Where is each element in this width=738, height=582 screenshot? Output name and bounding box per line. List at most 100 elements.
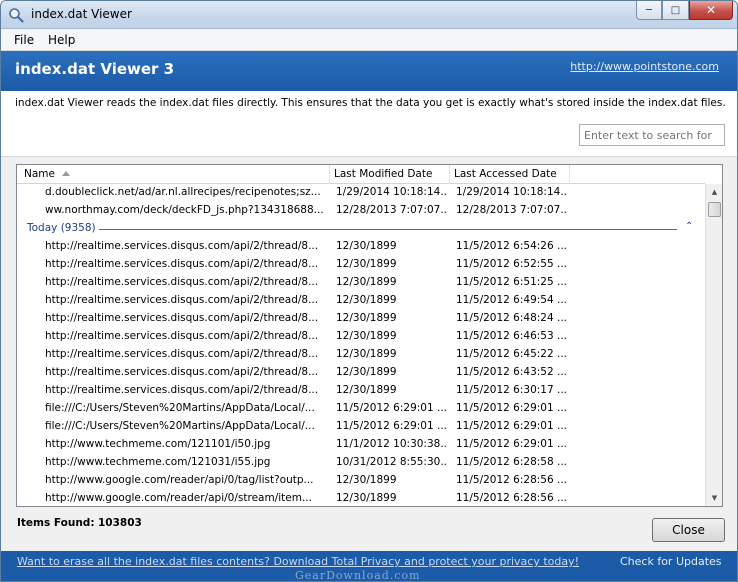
main-window: index.dat Viewer ─ □ ✕ File Help index.d… [0, 0, 738, 582]
group-label: Today (9358) [27, 222, 96, 234]
close-window-button[interactable]: ✕ [689, 1, 733, 20]
cell-name: http://realtime.services.disqus.com/api/… [45, 276, 319, 288]
cell-name: d.doubleclick.net/ad/ar.nl.allrecipes/re… [45, 186, 321, 198]
cell-name: http://realtime.services.disqus.com/api/… [45, 312, 319, 324]
description-area: index.dat Viewer reads the index.dat fil… [1, 91, 737, 157]
group-header-today[interactable]: Today (9358) ⌃ [17, 220, 705, 238]
table-row[interactable]: http://realtime.services.disqus.com/api/… [17, 292, 705, 310]
promo-link[interactable]: Want to erase all the index.dat files co… [17, 555, 579, 568]
column-header-modified[interactable]: Last Modified Date [334, 168, 432, 180]
table-row[interactable]: http://realtime.services.disqus.com/api/… [17, 238, 705, 256]
cell-accessed: 11/5/2012 6:46:53 ... [456, 330, 566, 342]
cell-name: http://realtime.services.disqus.com/api/… [45, 258, 319, 270]
cell-name: ww.northmay.com/deck/deckFD_js.php?13431… [45, 204, 324, 216]
scroll-up-button[interactable]: ▲ [706, 184, 722, 200]
menu-bar: File Help [1, 30, 737, 51]
cell-modified: 12/30/1899 [336, 240, 397, 252]
cell-name: http://realtime.services.disqus.com/api/… [45, 384, 319, 396]
table-row[interactable]: http://realtime.services.disqus.com/api/… [17, 364, 705, 382]
cell-modified: 12/28/2013 7:07:07... [336, 204, 446, 216]
cell-accessed: 11/5/2012 6:28:56 ... [456, 474, 566, 486]
cell-modified: 12/30/1899 [336, 366, 397, 378]
watermark-text: GearDownload.com [295, 569, 421, 582]
menu-file[interactable]: File [14, 33, 34, 47]
vertical-scrollbar[interactable]: ▲ ▼ [705, 184, 722, 506]
magnifier-app-icon [9, 8, 24, 23]
cell-accessed: 11/5/2012 6:43:52 ... [456, 366, 566, 378]
cell-accessed: 11/5/2012 6:29:01 ... [456, 402, 566, 414]
app-heading: index.dat Viewer 3 [15, 60, 175, 78]
sort-ascending-icon [62, 171, 70, 176]
arrow-down-icon: ▼ [711, 494, 718, 502]
cell-accessed: 11/5/2012 6:52:55 ... [456, 258, 566, 270]
cell-modified: 10/31/2012 8:55:30... [336, 456, 446, 468]
cell-modified: 12/30/1899 [336, 348, 397, 360]
table-row[interactable]: http://realtime.services.disqus.com/api/… [17, 328, 705, 346]
column-header-accessed[interactable]: Last Accessed Date [454, 168, 557, 180]
close-icon: ✕ [705, 3, 717, 17]
search-input[interactable] [579, 124, 725, 146]
cell-accessed: 11/5/2012 6:45:22 ... [456, 348, 566, 360]
cell-name: file:///C:/Users/Steven%20Martins/AppDat… [45, 420, 315, 432]
arrow-up-icon: ▲ [711, 188, 718, 196]
items-found-count: 103803 [98, 517, 142, 529]
cell-accessed: 1/29/2014 10:18:14... [456, 186, 566, 198]
column-divider[interactable] [569, 165, 570, 184]
cell-modified: 12/30/1899 [336, 276, 397, 288]
cell-modified: 11/5/2012 6:29:01 ... [336, 420, 446, 432]
cell-modified: 12/30/1899 [336, 312, 397, 324]
cell-accessed: 11/5/2012 6:54:26 ... [456, 240, 566, 252]
minimize-button[interactable]: ─ [636, 1, 662, 20]
maximize-icon: □ [670, 4, 681, 16]
column-divider[interactable] [449, 165, 450, 184]
table-row[interactable]: http://realtime.services.disqus.com/api/… [17, 274, 705, 292]
cell-modified: 12/30/1899 [336, 384, 397, 396]
cell-accessed: 11/5/2012 6:48:24 ... [456, 312, 566, 324]
scroll-down-button[interactable]: ▼ [706, 490, 722, 506]
items-found-label: Items Found: [17, 517, 95, 529]
cell-modified: 12/30/1899 [336, 258, 397, 270]
cell-modified: 11/1/2012 10:30:38... [336, 438, 446, 450]
table-row[interactable]: file:///C:/Users/Steven%20Martins/AppDat… [17, 418, 705, 436]
cell-modified: 12/30/1899 [336, 330, 397, 342]
cell-accessed: 11/5/2012 6:28:58 ... [456, 456, 566, 468]
close-button[interactable]: Close [652, 518, 725, 542]
table-row[interactable]: http://www.google.com/reader/api/0/tag/l… [17, 472, 705, 490]
table-row[interactable]: file:///C:/Users/Steven%20Martins/AppDat… [17, 400, 705, 418]
maximize-button[interactable]: □ [662, 1, 689, 20]
table-row[interactable]: http://realtime.services.disqus.com/api/… [17, 256, 705, 274]
check-updates-link[interactable]: Check for Updates [620, 555, 722, 568]
website-link[interactable]: http://www.pointstone.com [570, 60, 719, 73]
table-row[interactable]: http://realtime.services.disqus.com/api/… [17, 346, 705, 364]
table-row[interactable]: d.doubleclick.net/ad/ar.nl.allrecipes/re… [17, 184, 705, 202]
table-row[interactable]: http://realtime.services.disqus.com/api/… [17, 382, 705, 400]
title-bar[interactable]: index.dat Viewer ─ □ ✕ [1, 1, 737, 29]
chevron-up-icon[interactable]: ⌃ [685, 221, 693, 232]
minimize-icon: ─ [645, 4, 653, 16]
cell-name: http://www.google.com/reader/api/0/tag/l… [45, 474, 314, 486]
footer-bar: Want to erase all the index.dat files co… [1, 551, 737, 582]
index-list-view[interactable]: Name Last Modified Date Last Accessed Da… [16, 164, 723, 507]
column-divider[interactable] [329, 165, 330, 184]
column-header-name[interactable]: Name [24, 168, 55, 180]
header-banner: index.dat Viewer 3 http://www.pointstone… [1, 51, 737, 91]
cell-accessed: 11/5/2012 6:30:17 ... [456, 384, 566, 396]
table-row[interactable]: http://realtime.services.disqus.com/api/… [17, 310, 705, 328]
table-row[interactable]: http://www.techmeme.com/121101/i50.jpg 11… [17, 436, 705, 454]
menu-help[interactable]: Help [48, 33, 75, 47]
cell-accessed: 11/5/2012 6:49:54 ... [456, 294, 566, 306]
scrollbar-thumb[interactable] [708, 202, 721, 217]
cell-name: http://realtime.services.disqus.com/api/… [45, 240, 319, 252]
cell-name: http://realtime.services.disqus.com/api/… [45, 366, 319, 378]
cell-accessed: 11/5/2012 6:51:25 ... [456, 276, 566, 288]
table-row[interactable]: http://www.google.com/reader/api/0/strea… [17, 490, 705, 506]
window-controls: ─ □ ✕ [636, 1, 733, 21]
cell-name: http://www.techmeme.com/121101/i50.jpg [45, 438, 271, 450]
table-row[interactable]: ww.northmay.com/deck/deckFD_js.php?13431… [17, 202, 705, 220]
table-row[interactable]: http://www.techmeme.com/121031/i55.jpg 10… [17, 454, 705, 472]
cell-accessed: 11/5/2012 6:29:01 ... [456, 420, 566, 432]
cell-modified: 12/30/1899 [336, 474, 397, 486]
group-divider [99, 229, 677, 230]
cell-name: file:///C:/Users/Steven%20Martins/AppDat… [45, 402, 315, 414]
cell-modified: 11/5/2012 6:29:01 ... [336, 402, 446, 414]
